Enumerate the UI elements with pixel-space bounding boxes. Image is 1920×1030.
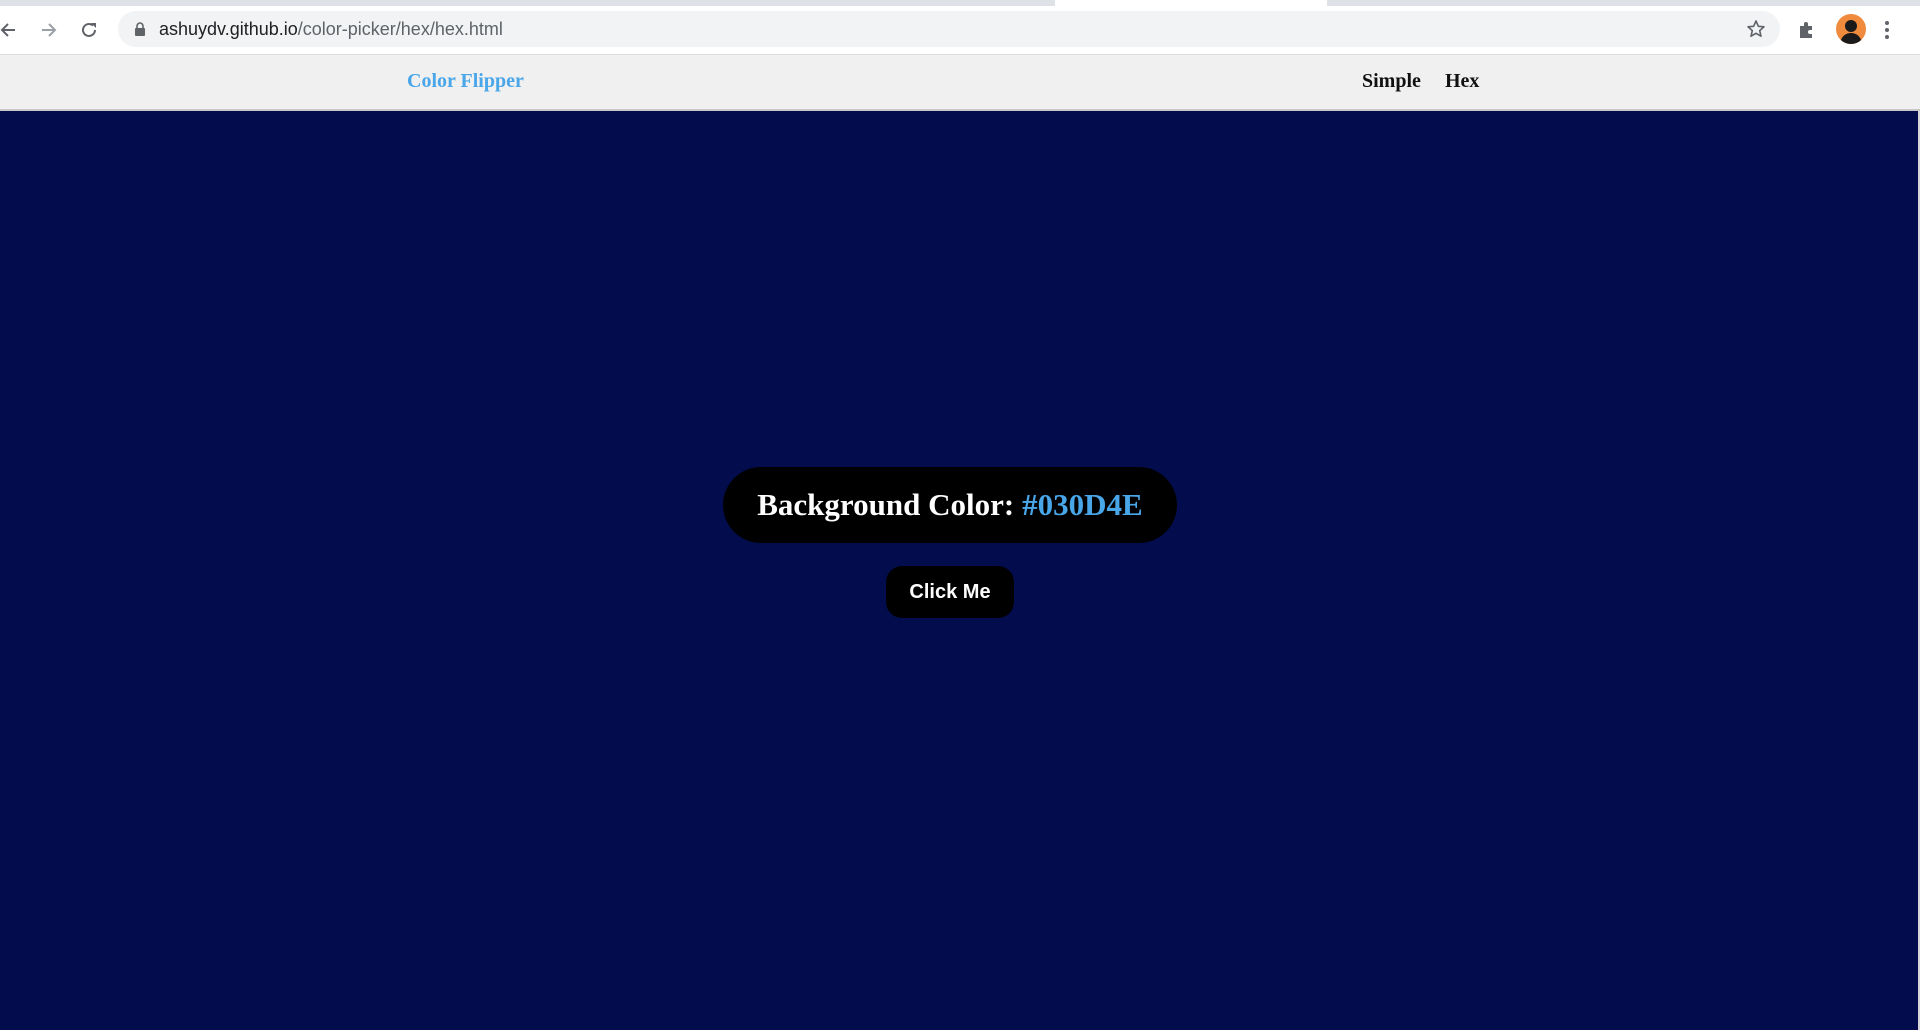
star-icon[interactable]: [1746, 19, 1766, 44]
color-value: #030D4E: [1022, 487, 1143, 522]
lock-icon[interactable]: [134, 22, 146, 41]
nav-link-hex[interactable]: Hex: [1445, 70, 1479, 93]
url-host: ashuydv.github.io: [159, 19, 298, 39]
puzzle-icon[interactable]: [1797, 20, 1817, 45]
site-navbar: Color Flipper Simple Hex: [0, 55, 1920, 111]
page-body: Background Color: #030D4E Click Me: [0, 111, 1920, 1030]
color-label: Background Color:: [757, 487, 1015, 522]
address-bar[interactable]: ashuydv.github.io/color-picker/hex/hex.h…: [118, 11, 1780, 47]
color-display: Background Color: #030D4E: [723, 467, 1177, 543]
back-arrow-icon[interactable]: [0, 16, 22, 44]
click-me-button[interactable]: Click Me: [886, 566, 1014, 618]
avatar[interactable]: [1836, 14, 1866, 44]
browser-toolbar: ashuydv.github.io/color-picker/hex/hex.h…: [0, 6, 1920, 55]
kebab-menu-icon[interactable]: [1884, 20, 1890, 45]
brand-link[interactable]: Color Flipper: [407, 70, 524, 93]
reload-icon[interactable]: [75, 16, 103, 44]
url-text[interactable]: ashuydv.github.io/color-picker/hex/hex.h…: [159, 11, 503, 47]
forward-arrow-icon[interactable]: [35, 16, 63, 44]
url-path: /color-picker/hex/hex.html: [297, 19, 503, 39]
nav-link-simple[interactable]: Simple: [1362, 70, 1421, 93]
